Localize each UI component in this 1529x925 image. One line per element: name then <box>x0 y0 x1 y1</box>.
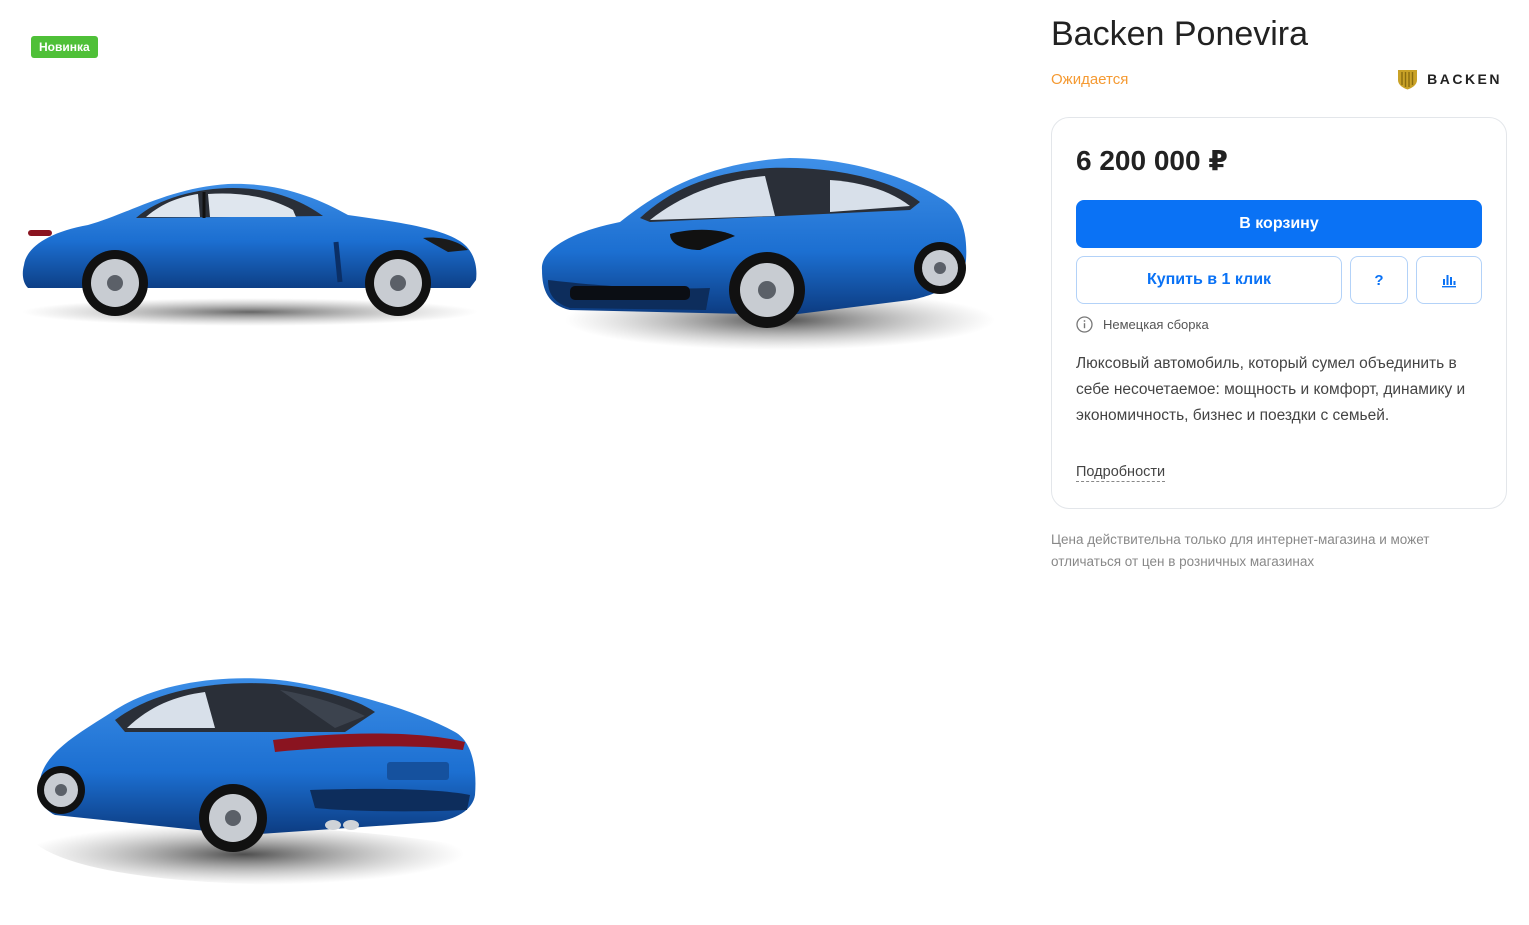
assembly-info: Немецкая сборка <box>1076 316 1209 333</box>
car-image-side[interactable] <box>18 170 483 335</box>
shield-logo-icon <box>1398 70 1418 90</box>
add-to-cart-button[interactable]: В корзину <box>1076 200 1482 248</box>
assembly-text: Немецкая сборка <box>1103 317 1209 332</box>
details-link[interactable]: Подробности <box>1076 463 1166 482</box>
ask-question-button[interactable]: ? <box>1350 256 1408 304</box>
new-badge: Новинка <box>31 36 98 58</box>
compare-button[interactable] <box>1416 256 1482 304</box>
product-gallery: Новинка <box>0 0 1010 925</box>
availability-status: Ожидается <box>1051 71 1129 88</box>
brand-logo[interactable]: BACKEN <box>1397 68 1502 90</box>
price-note: Цена действительна только для интернет-м… <box>1051 532 1430 569</box>
bar-chart-icon <box>1442 275 1456 288</box>
car-image-rear[interactable] <box>15 670 485 895</box>
info-circle-icon <box>1076 316 1093 333</box>
buy-one-click-button[interactable]: Купить в 1 клик <box>1076 256 1342 304</box>
product-title: Backen Ponevira <box>1051 15 1309 53</box>
product-price: 6 200 000 ₽ <box>1076 145 1228 176</box>
product-description: Люксовый автомобиль, который сумел объед… <box>1076 355 1466 424</box>
car-image-front[interactable] <box>530 150 1000 360</box>
purchase-card: 6 200 000 ₽ В корзину Купить в 1 клик ? … <box>1051 117 1507 509</box>
brand-name: BACKEN <box>1427 71 1502 87</box>
